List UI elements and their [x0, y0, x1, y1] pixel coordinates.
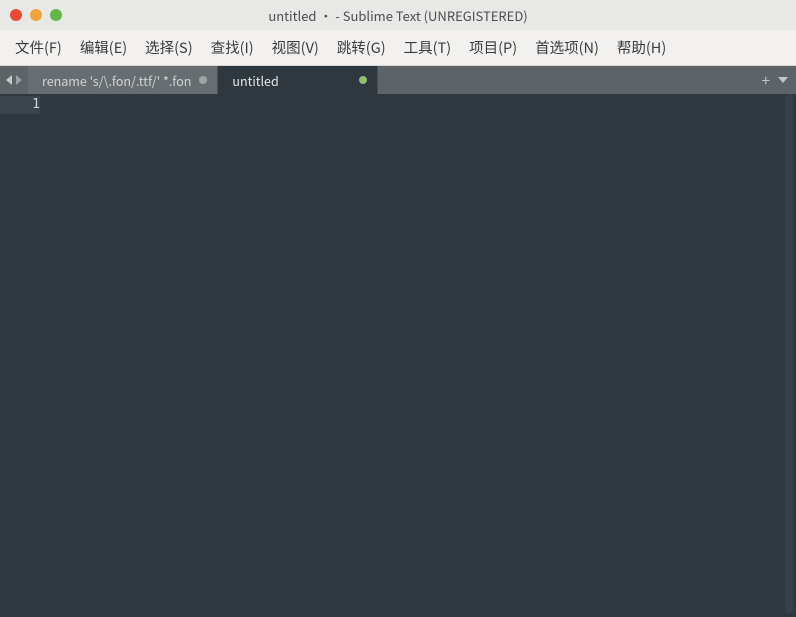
menu-find[interactable]: 查找(I)	[202, 31, 263, 64]
tab-nav	[0, 66, 28, 94]
menu-edit[interactable]: 编辑(E)	[71, 31, 136, 64]
menu-goto[interactable]: 跳转(G)	[328, 31, 395, 64]
minimize-window-button[interactable]	[30, 9, 42, 21]
menu-bar: 文件(F) 编辑(E) 选择(S) 查找(I) 视图(V) 跳转(G) 工具(T…	[0, 30, 796, 66]
new-tab-button[interactable]: +	[762, 73, 770, 88]
tab-history-forward-icon[interactable]	[16, 75, 22, 85]
tab-history-back-icon[interactable]	[6, 75, 12, 85]
menu-file[interactable]: 文件(F)	[6, 31, 71, 64]
tab-untitled[interactable]: untitled	[218, 66, 378, 94]
line-number: 1	[0, 96, 40, 114]
tab-rename-fon[interactable]: rename 's/\.fon/.ttf/' *.fon	[28, 66, 218, 94]
menu-select[interactable]: 选择(S)	[136, 31, 201, 64]
code-editor[interactable]	[54, 94, 796, 617]
tab-dirty-indicator-icon	[359, 76, 367, 84]
window-title: untitled • - Sublime Text (UNREGISTERED)	[0, 6, 796, 25]
tab-strip: rename 's/\.fon/.ttf/' *.fon untitled +	[0, 66, 796, 94]
vertical-scrollbar[interactable]	[782, 94, 796, 613]
menu-view[interactable]: 视图(V)	[263, 31, 328, 64]
tab-list-dropdown-icon[interactable]	[778, 77, 788, 83]
tab-label: rename 's/\.fon/.ttf/' *.fon	[42, 71, 191, 90]
menu-prefs[interactable]: 首选项(N)	[526, 31, 608, 64]
tab-label: untitled	[232, 71, 351, 90]
menu-help[interactable]: 帮助(H)	[608, 31, 675, 64]
tab-dirty-indicator-icon	[199, 76, 207, 84]
tab-actions: +	[762, 66, 796, 94]
window-titlebar: untitled • - Sublime Text (UNREGISTERED)	[0, 0, 796, 30]
menu-project[interactable]: 项目(P)	[460, 31, 526, 64]
close-window-button[interactable]	[10, 9, 22, 21]
menu-tools[interactable]: 工具(T)	[395, 31, 461, 64]
line-number-gutter: 1	[0, 94, 54, 617]
maximize-window-button[interactable]	[50, 9, 62, 21]
editor-area: 1	[0, 94, 796, 617]
window-controls	[10, 9, 62, 21]
